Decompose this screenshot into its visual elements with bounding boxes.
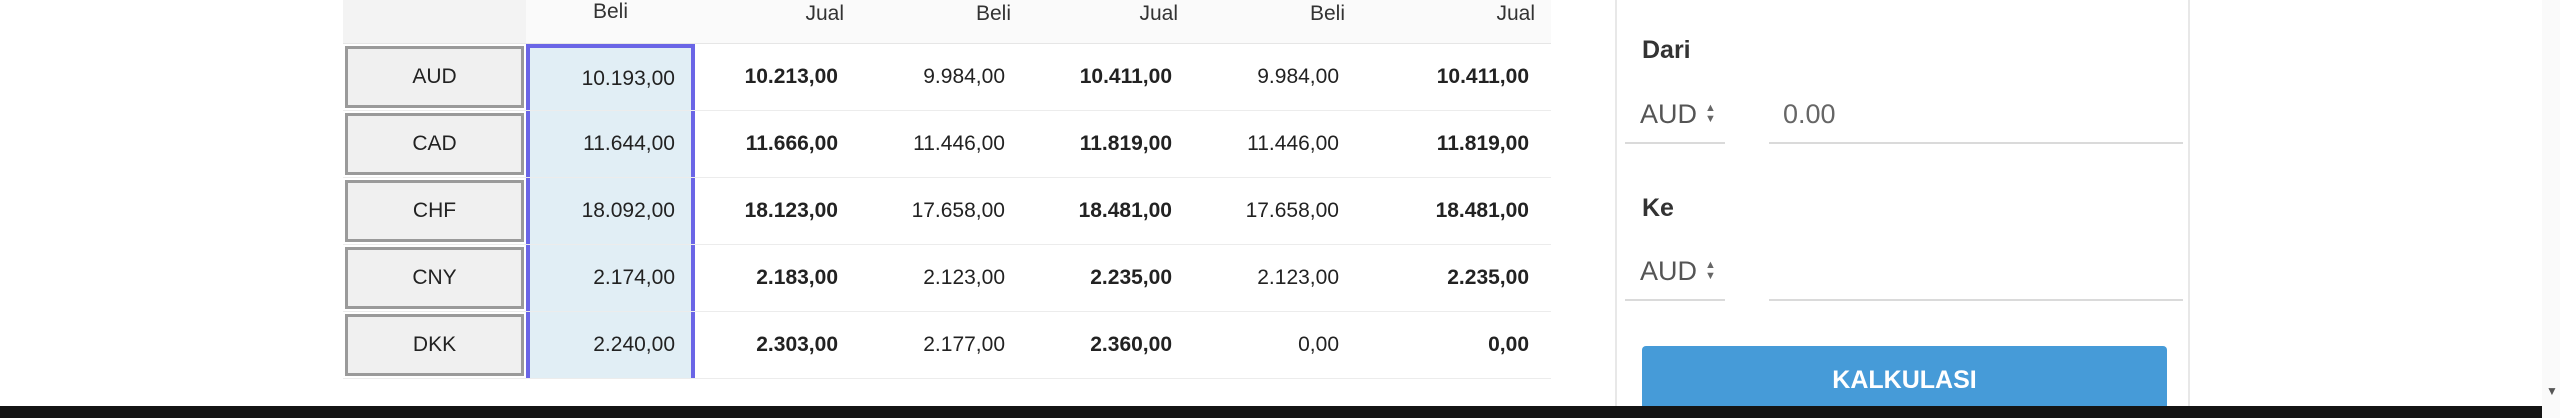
from-currency-select[interactable]: AUD ▲ ▼ [1625,86,1725,144]
exchange-rate-table: Beli Jual Beli Jual Beli Jual AUD 10.193… [343,0,1551,379]
header-beli-1: Beli [526,0,695,44]
rate-cell: 11.446,00 [1194,110,1361,178]
triangle-down-icon[interactable]: ▼ [2546,384,2558,398]
rate-cell: 2.123,00 [1194,244,1361,312]
bottom-bar [0,406,2542,418]
sort-arrows-icon: ▲ ▼ [1705,259,1716,282]
vertical-scrollbar[interactable] [2542,0,2560,418]
from-label: Dari [1642,36,1691,64]
rate-cell-highlight[interactable]: 10.193,00 [526,44,695,110]
result-field [1769,243,2183,301]
currency-button-chf[interactable]: CHF [345,180,524,242]
header-currency [343,0,526,44]
rate-cell-highlight[interactable]: 11.644,00 [526,111,695,177]
rate-cell: 2.177,00 [860,311,1027,379]
rate-cell: 10.411,00 [1027,43,1194,111]
rate-cell: 11.446,00 [860,110,1027,178]
table-row: CAD 11.644,00 11.666,00 11.446,00 11.819… [343,110,1551,178]
table-row: CNY 2.174,00 2.183,00 2.123,00 2.235,00 … [343,244,1551,312]
header-jual-3: Jual [1361,0,1551,44]
rate-cell: 10.213,00 [695,43,860,111]
rate-cell: 11.819,00 [1027,110,1194,178]
to-label: Ke [1642,194,1674,222]
rate-cell: 10.411,00 [1361,43,1551,111]
amount-input[interactable] [1769,86,2183,144]
rate-cell: 17.658,00 [1194,177,1361,245]
rate-cell-highlight[interactable]: 2.240,00 [526,312,695,378]
rate-cell: 0,00 [1361,311,1551,379]
rate-cell: 2.235,00 [1027,244,1194,312]
header-beli-3: Beli [1194,0,1361,44]
rate-cell-highlight[interactable]: 18.092,00 [526,178,695,244]
header-jual-1: Jual [695,0,860,44]
rate-cell: 2.303,00 [695,311,860,379]
table-header-row: Beli Jual Beli Jual Beli Jual [343,0,1551,44]
sort-arrows-icon: ▲ ▼ [1705,102,1716,125]
rate-cell: 11.666,00 [695,110,860,178]
header-jual-2: Jual [1027,0,1194,44]
rate-cell: 2.123,00 [860,244,1027,312]
table-row: AUD 10.193,00 10.213,00 9.984,00 10.411,… [343,43,1551,111]
rate-cell: 9.984,00 [1194,43,1361,111]
rate-cell: 2.183,00 [695,244,860,312]
currency-button-aud[interactable]: AUD [345,46,524,108]
currency-button-cad[interactable]: CAD [345,113,524,175]
rate-cell: 2.360,00 [1027,311,1194,379]
rate-cell: 9.984,00 [860,43,1027,111]
currency-converter-panel: Dari AUD ▲▼ Ke AUD ▲▼ KALKULASI [1615,0,2190,418]
rate-cell: 11.819,00 [1361,110,1551,178]
table-row: CHF 18.092,00 18.123,00 17.658,00 18.481… [343,177,1551,245]
from-currency-value: AUD [1640,98,1698,129]
to-currency-value: AUD [1640,255,1698,286]
to-currency-select[interactable]: AUD ▲ ▼ [1625,243,1725,301]
table-row: DKK 2.240,00 2.303,00 2.177,00 2.360,00 … [343,311,1551,379]
rate-cell-highlight[interactable]: 2.174,00 [526,245,695,311]
header-beli-2: Beli [860,0,1027,44]
rate-cell: 17.658,00 [860,177,1027,245]
currency-button-dkk[interactable]: DKK [345,314,524,376]
rate-cell: 18.481,00 [1027,177,1194,245]
rate-cell: 0,00 [1194,311,1361,379]
rate-cell: 18.123,00 [695,177,860,245]
rate-cell: 2.235,00 [1361,244,1551,312]
rate-cell: 18.481,00 [1361,177,1551,245]
currency-button-cny[interactable]: CNY [345,247,524,309]
